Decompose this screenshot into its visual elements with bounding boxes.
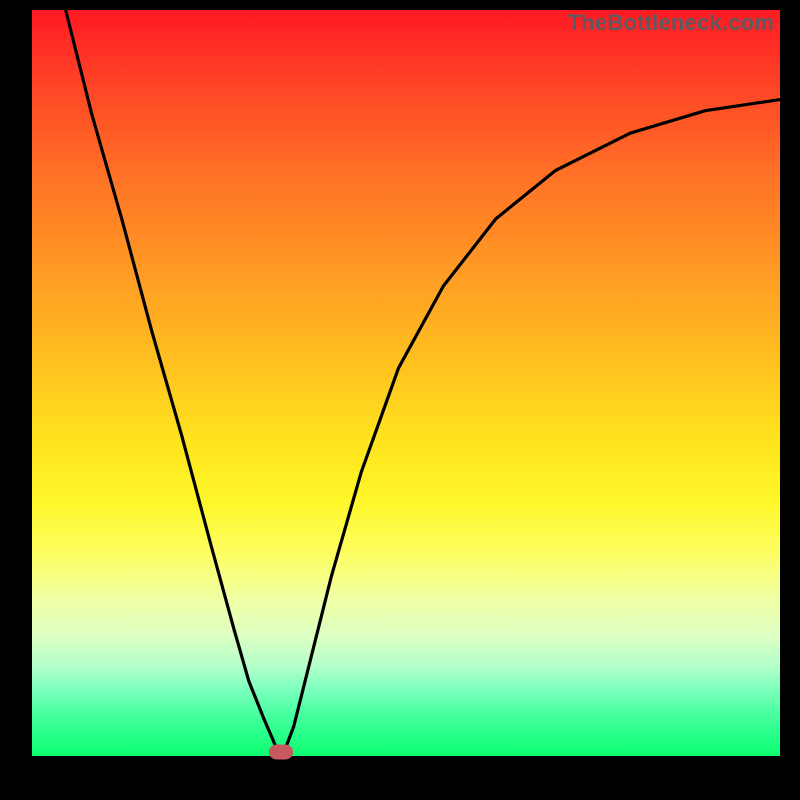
bottleneck-marker [269,745,293,760]
series-left [66,10,283,756]
watermark-text: TheBottleneck.com [568,10,774,36]
chart-frame: TheBottleneck.com [0,0,800,800]
chart-svg [32,10,780,756]
plot-area: TheBottleneck.com [32,10,780,756]
series-right [283,100,780,756]
